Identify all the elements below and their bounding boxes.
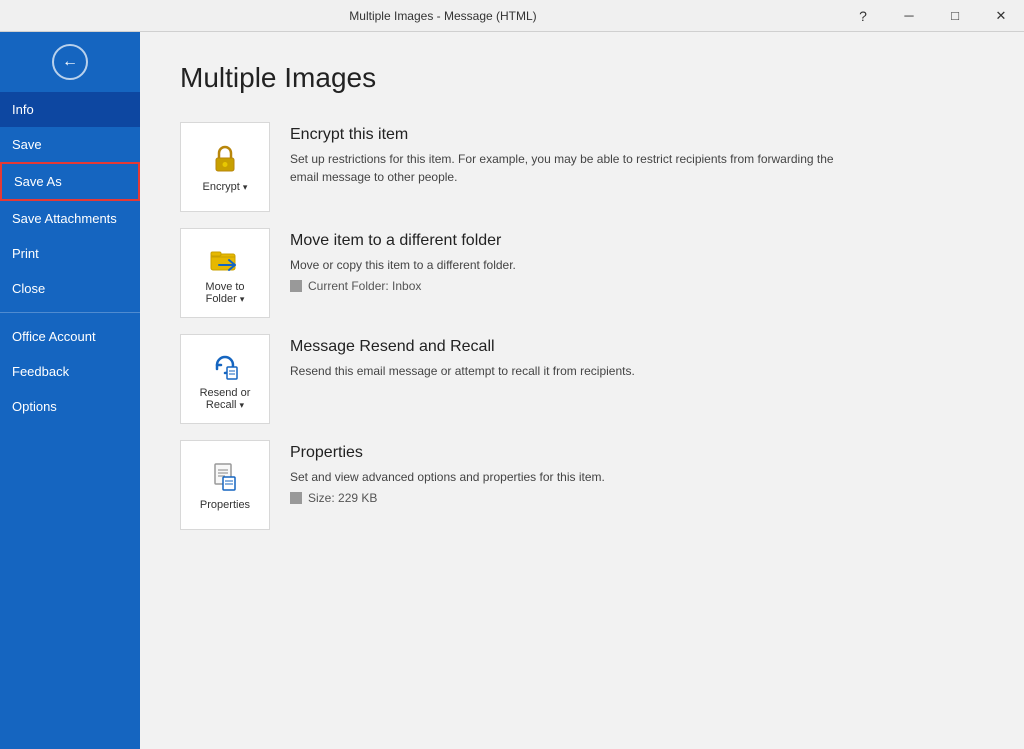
resend-recall-text-area: Message Resend and Recall Resend this em…: [290, 334, 984, 380]
main-content: Multiple Images Encrypt ▾ Encrypt this i…: [140, 32, 1024, 749]
encrypt-title: Encrypt this item: [290, 126, 984, 144]
lock-icon: [207, 141, 243, 177]
help-button[interactable]: ?: [840, 0, 886, 32]
move-to-folder-card: Move toFolder ▾ Move item to a different…: [180, 228, 984, 318]
page-title: Multiple Images: [180, 62, 984, 94]
sidebar-back-section: ←: [0, 32, 140, 92]
properties-card: Properties Properties Set and view advan…: [180, 440, 984, 530]
move-to-folder-text-area: Move item to a different folder Move or …: [290, 228, 984, 293]
maximize-button[interactable]: □: [932, 0, 978, 32]
properties-text-area: Properties Set and view advanced options…: [290, 440, 984, 505]
resend-recall-card: Resend orRecall ▾ Message Resend and Rec…: [180, 334, 984, 424]
move-to-folder-meta: Current Folder: Inbox: [290, 279, 984, 293]
resend-icon: [207, 347, 243, 383]
meta-icon-props: [290, 492, 302, 504]
properties-size-value: 229 KB: [338, 491, 377, 505]
sidebar-item-office-account[interactable]: Office Account: [0, 319, 140, 354]
minimize-button[interactable]: ─: [886, 0, 932, 32]
title-bar-controls: ? ─ □ ✕: [840, 0, 1024, 31]
current-folder-label: Current Folder:: [308, 279, 389, 293]
sidebar-divider: [0, 312, 140, 313]
folder-move-icon: [207, 241, 243, 277]
properties-size-label: Size:: [308, 491, 335, 505]
sidebar-nav: Info Save Save As Save Attachments Print…: [0, 92, 140, 749]
title-bar-text: Multiple Images - Message (HTML): [46, 9, 840, 23]
resend-recall-title: Message Resend and Recall: [290, 338, 984, 356]
properties-desc: Set and view advanced options and proper…: [290, 468, 850, 486]
sidebar-item-save[interactable]: Save: [0, 127, 140, 162]
properties-icon-box[interactable]: Properties: [180, 440, 270, 530]
encrypt-text-area: Encrypt this item Set up restrictions fo…: [290, 122, 984, 186]
sidebar: ← Info Save Save As Save Attachments Pri…: [0, 32, 140, 749]
app-body: ← Info Save Save As Save Attachments Pri…: [0, 32, 1024, 749]
properties-title: Properties: [290, 444, 984, 462]
resend-recall-desc: Resend this email message or attempt to …: [290, 362, 850, 380]
meta-icon: [290, 280, 302, 292]
encrypt-card: Encrypt ▾ Encrypt this item Set up restr…: [180, 122, 984, 212]
encrypt-icon-box[interactable]: Encrypt ▾: [180, 122, 270, 212]
resend-recall-icon-box[interactable]: Resend orRecall ▾: [180, 334, 270, 424]
move-to-folder-label: Move toFolder ▾: [205, 281, 244, 305]
properties-meta: Size: 229 KB: [290, 491, 984, 505]
move-to-folder-desc: Move or copy this item to a different fo…: [290, 256, 850, 274]
sidebar-item-options[interactable]: Options: [0, 389, 140, 424]
sidebar-item-feedback[interactable]: Feedback: [0, 354, 140, 389]
sidebar-item-close[interactable]: Close: [0, 271, 140, 306]
move-to-folder-icon-box[interactable]: Move toFolder ▾: [180, 228, 270, 318]
sidebar-item-save-as[interactable]: Save As: [0, 162, 140, 201]
move-to-folder-title: Move item to a different folder: [290, 232, 984, 250]
properties-icon: [207, 459, 243, 495]
encrypt-desc: Set up restrictions for this item. For e…: [290, 150, 850, 186]
properties-label: Properties: [200, 499, 250, 511]
back-button[interactable]: ←: [52, 44, 88, 80]
resend-recall-label: Resend orRecall ▾: [200, 387, 251, 411]
close-button[interactable]: ✕: [978, 0, 1024, 32]
sidebar-item-info[interactable]: Info: [0, 92, 140, 127]
encrypt-label: Encrypt ▾: [203, 181, 248, 193]
title-bar: Multiple Images - Message (HTML) ? ─ □ ✕: [0, 0, 1024, 32]
current-folder-value: Inbox: [392, 279, 421, 293]
sidebar-item-save-attachments[interactable]: Save Attachments: [0, 201, 140, 236]
sidebar-item-print[interactable]: Print: [0, 236, 140, 271]
